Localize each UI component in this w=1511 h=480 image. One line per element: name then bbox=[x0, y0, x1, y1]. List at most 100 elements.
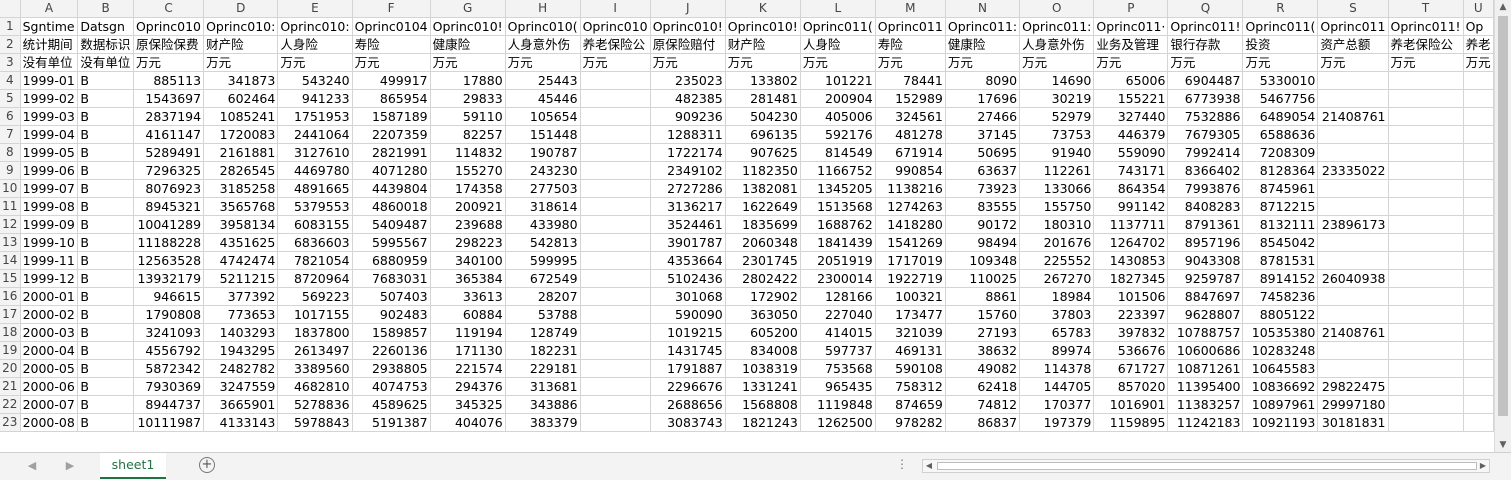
cell[interactable] bbox=[1317, 143, 1389, 162]
cell[interactable] bbox=[1317, 233, 1389, 252]
cell[interactable]: 万元 bbox=[352, 53, 431, 72]
cell[interactable]: 1430853 bbox=[1093, 251, 1169, 270]
cell[interactable]: 182231 bbox=[505, 341, 581, 360]
cell[interactable]: 万元 bbox=[1388, 53, 1464, 72]
cell[interactable] bbox=[1317, 71, 1389, 90]
cell[interactable] bbox=[1388, 251, 1464, 270]
cell[interactable] bbox=[1388, 233, 1464, 252]
cell[interactable]: 3389560 bbox=[277, 359, 353, 378]
cell[interactable]: B bbox=[77, 215, 134, 234]
cell[interactable]: 978282 bbox=[875, 413, 946, 432]
cell[interactable]: 91940 bbox=[1019, 143, 1095, 162]
cell[interactable]: Oprinc010 bbox=[133, 17, 205, 36]
cell[interactable]: 105654 bbox=[505, 107, 581, 126]
cell[interactable]: 321039 bbox=[875, 323, 946, 342]
cell[interactable] bbox=[1463, 107, 1494, 126]
cell[interactable]: 592176 bbox=[800, 125, 876, 144]
scroll-left-icon[interactable]: ◀ bbox=[923, 460, 935, 472]
cell[interactable] bbox=[580, 413, 651, 432]
cell[interactable]: 874659 bbox=[875, 395, 946, 414]
cell[interactable]: 8712215 bbox=[1242, 197, 1319, 216]
cell[interactable]: 33613 bbox=[430, 287, 506, 306]
cell[interactable]: 672549 bbox=[505, 269, 581, 288]
cell[interactable]: 8945321 bbox=[133, 197, 205, 216]
scroll-down-icon[interactable]: ▼ bbox=[1495, 438, 1511, 452]
cell[interactable]: 696135 bbox=[725, 125, 801, 144]
row-header[interactable]: 5 bbox=[0, 89, 21, 108]
cell[interactable]: 23335022 bbox=[1317, 161, 1389, 180]
cell[interactable]: 671727 bbox=[1093, 359, 1169, 378]
cell[interactable]: 267270 bbox=[1019, 269, 1095, 288]
cell[interactable]: 18984 bbox=[1019, 287, 1095, 306]
cell[interactable]: 万元 bbox=[1317, 53, 1389, 72]
cell[interactable]: 902483 bbox=[352, 305, 431, 324]
cell[interactable]: Oprinc010 bbox=[580, 17, 651, 36]
cell[interactable]: 28207 bbox=[505, 287, 581, 306]
cell[interactable]: 1841439 bbox=[800, 233, 876, 252]
cell[interactable]: 银行存款 bbox=[1167, 35, 1244, 54]
cell[interactable]: 1543697 bbox=[133, 89, 205, 108]
cell[interactable]: 1999-09 bbox=[20, 215, 79, 234]
column-header[interactable]: N bbox=[945, 0, 1021, 18]
cell[interactable]: 101221 bbox=[800, 71, 876, 90]
cell[interactable]: Oprinc011! bbox=[1388, 17, 1464, 36]
cell[interactable]: 201676 bbox=[1019, 233, 1095, 252]
cell[interactable]: 128166 bbox=[800, 287, 876, 306]
cell[interactable]: 590090 bbox=[650, 305, 726, 324]
spreadsheet-grid[interactable]: ABCDEFGHIJKLMNOPQRSTU 1 Sgntime Datsgn Opri… bbox=[0, 0, 1494, 452]
cell[interactable]: 73923 bbox=[945, 179, 1021, 198]
cell[interactable] bbox=[580, 323, 651, 342]
cell[interactable]: 73753 bbox=[1019, 125, 1095, 144]
cell[interactable]: 8957196 bbox=[1167, 233, 1244, 252]
cell[interactable]: 101506 bbox=[1093, 287, 1169, 306]
cell[interactable]: 504230 bbox=[725, 107, 801, 126]
row-header[interactable]: 15 bbox=[0, 269, 21, 288]
cell[interactable]: 1159895 bbox=[1093, 413, 1169, 432]
cell[interactable]: 155270 bbox=[430, 161, 506, 180]
row-header[interactable]: 19 bbox=[0, 341, 21, 360]
cell[interactable]: 1943295 bbox=[203, 341, 279, 360]
cell[interactable]: Datsgn bbox=[77, 17, 134, 36]
cell[interactable]: 743171 bbox=[1093, 161, 1169, 180]
cell[interactable]: 38632 bbox=[945, 341, 1021, 360]
cell[interactable]: 2260136 bbox=[352, 341, 431, 360]
column-header[interactable]: C bbox=[133, 0, 205, 18]
cell[interactable]: 327440 bbox=[1093, 107, 1169, 126]
cell[interactable]: 原保险赔付 bbox=[650, 35, 726, 54]
cell[interactable]: 1568808 bbox=[725, 395, 801, 414]
cell[interactable] bbox=[580, 305, 651, 324]
row-header[interactable]: 17 bbox=[0, 305, 21, 324]
cell[interactable]: 1717019 bbox=[875, 251, 946, 270]
cell[interactable]: 814549 bbox=[800, 143, 876, 162]
cell[interactable] bbox=[1388, 71, 1464, 90]
cell[interactable]: 5409487 bbox=[352, 215, 431, 234]
cell[interactable]: 3958134 bbox=[203, 215, 279, 234]
cell[interactable] bbox=[1388, 377, 1464, 396]
cell[interactable]: 227040 bbox=[800, 305, 876, 324]
cell[interactable]: 605200 bbox=[725, 323, 801, 342]
cell[interactable]: 946615 bbox=[133, 287, 205, 306]
cell[interactable]: 1019215 bbox=[650, 323, 726, 342]
cell[interactable]: 2051919 bbox=[800, 251, 876, 270]
cell[interactable]: 14690 bbox=[1019, 71, 1095, 90]
cell[interactable]: 133066 bbox=[1019, 179, 1095, 198]
cell[interactable] bbox=[1463, 179, 1494, 198]
select-all-corner[interactable] bbox=[0, 0, 21, 18]
cell[interactable]: 1017155 bbox=[277, 305, 353, 324]
cell[interactable]: 8545042 bbox=[1242, 233, 1319, 252]
cell[interactable]: 1513568 bbox=[800, 197, 876, 216]
cell[interactable] bbox=[1463, 71, 1494, 90]
cell[interactable]: 8076923 bbox=[133, 179, 205, 198]
cell[interactable]: 341873 bbox=[203, 71, 279, 90]
scroll-up-icon[interactable]: ▲ bbox=[1495, 0, 1511, 14]
cell[interactable]: 1345205 bbox=[800, 179, 876, 198]
cell[interactable] bbox=[1388, 395, 1464, 414]
cell[interactable]: 499917 bbox=[352, 71, 431, 90]
cell[interactable]: 3241093 bbox=[133, 323, 205, 342]
cell[interactable]: 7458236 bbox=[1242, 287, 1319, 306]
cell[interactable]: 109348 bbox=[945, 251, 1021, 270]
cell[interactable] bbox=[1463, 143, 1494, 162]
cell[interactable]: 4353664 bbox=[650, 251, 726, 270]
row-header[interactable]: 14 bbox=[0, 251, 21, 270]
cell[interactable]: 758312 bbox=[875, 377, 946, 396]
